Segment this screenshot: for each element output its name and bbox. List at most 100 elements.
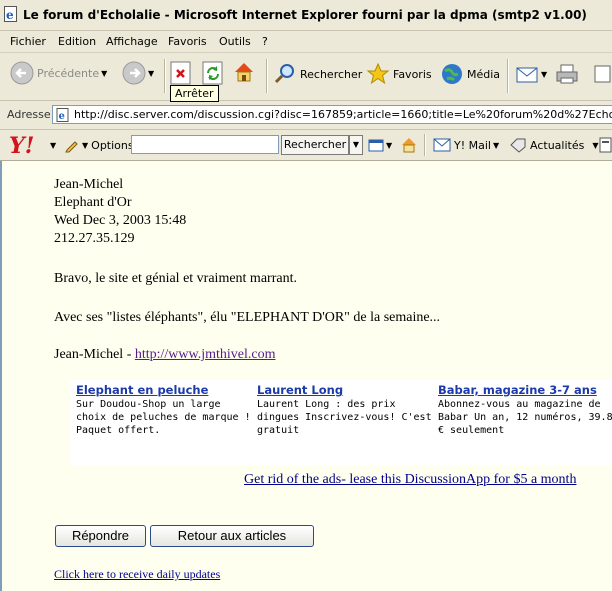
address-input[interactable]: e http://disc.server.com/discussion.cgi?… [52, 105, 612, 124]
envelope-icon [433, 138, 451, 152]
menu-fichier[interactable]: Fichier [10, 35, 46, 48]
search-button[interactable]: Rechercher [273, 62, 362, 86]
yahoo-logo-dropdown-icon[interactable]: ▼ [50, 141, 56, 150]
reply-button[interactable]: Répondre [55, 525, 146, 547]
ads-block: Elephant en peluche Sur Doudou-Shop un l… [70, 380, 612, 466]
page-content: Jean-Michel Elephant d'Or Wed Dec 3, 200… [0, 161, 612, 591]
media-label: Média [467, 67, 501, 81]
print-button[interactable] [555, 62, 579, 86]
toolbar-more-icon[interactable] [599, 137, 612, 153]
post-author: Jean-Michel [54, 177, 124, 192]
toolbar-separator [424, 134, 426, 156]
back-dropdown-icon[interactable]: ▼ [101, 69, 107, 78]
options-dropdown-icon: ▼ [82, 140, 89, 150]
forward-arrow-icon [122, 61, 146, 85]
yahoo-search-input[interactable] [131, 135, 279, 154]
address-bar: Adresse e http://disc.server.com/discuss… [0, 101, 612, 130]
bookmarks-dropdown-icon: ▼ [386, 140, 393, 150]
ad-text: Abonnez-vous au magazine de Babar Un an,… [438, 399, 612, 436]
menu-outils[interactable]: Outils [219, 35, 251, 48]
daily-updates-row: Click here to receive daily updates [54, 567, 220, 582]
yahoo-search-dropdown-icon[interactable]: ▼ [349, 135, 363, 155]
tag-icon [510, 138, 526, 153]
yahoo-toolbar: Y! ▼ ▼ Options Rechercher ▼ ▼ Y! Mail ▼ [0, 130, 612, 161]
post-signature: Jean-Michel - http://www.jmthivel.com [54, 347, 276, 363]
search-label: Rechercher [300, 67, 363, 81]
mail-dropdown-icon: ▼ [492, 140, 500, 150]
forward-dropdown-icon[interactable]: ▼ [148, 69, 154, 78]
ad-title[interactable]: Babar, magazine 3-7 ans [438, 384, 612, 397]
toolbar-separator [164, 59, 166, 93]
back-label: Précédente [37, 66, 100, 80]
signature-prefix: Jean-Michel - [54, 347, 135, 362]
stop-button[interactable] [170, 61, 192, 85]
post-date: Wed Dec 3, 2003 15:48 [54, 213, 187, 228]
ad-title[interactable]: Elephant en peluche [76, 384, 254, 397]
signature-link[interactable]: http://www.jmthivel.com [135, 347, 276, 362]
yahoo-mail-button[interactable]: Y! Mail ▼ [433, 138, 499, 152]
svg-text:e: e [59, 111, 65, 122]
post-body-line-2: Avec ses "listes éléphants", élu "ELEPHA… [54, 310, 441, 325]
menu-edition[interactable]: Edition [58, 35, 96, 48]
menu-favoris[interactable]: Favoris [168, 35, 207, 48]
standard-toolbar: Précédente ▼ ▼ Rechercher Favoris Média … [0, 53, 612, 101]
yahoo-bookmarks-button[interactable]: ▼ [368, 137, 392, 153]
yahoo-news-button[interactable]: Actualités ▼ [509, 137, 599, 153]
menu-help[interactable]: ? [262, 35, 268, 48]
page-icon: e [56, 108, 69, 122]
search-icon [274, 64, 294, 84]
ad-item[interactable]: Laurent Long Laurent Long : des prix din… [257, 384, 435, 437]
menu-affichage[interactable]: Affichage [106, 35, 158, 48]
post-ip: 212.27.35.129 [54, 231, 135, 246]
stop-icon [170, 61, 191, 85]
post-body-line-1: Bravo, le site et génial et vraiment mar… [54, 271, 297, 286]
yahoo-news-label: Actualités [530, 138, 585, 152]
toolbar-separator [266, 59, 268, 93]
post-rank: Elephant d'Or [54, 195, 132, 210]
address-url: http://disc.server.com/discussion.cgi?di… [74, 108, 612, 121]
menu-bar: Fichier Edition Affichage Favoris Outils… [0, 31, 612, 53]
yahoo-home-button[interactable] [400, 136, 418, 154]
edit-page-icon [594, 65, 611, 83]
mail-icon [516, 67, 538, 83]
pencil-icon [65, 141, 78, 153]
yahoo-mail-label: Y! Mail [454, 138, 491, 152]
refresh-icon [202, 61, 223, 85]
media-button[interactable]: Média [440, 62, 500, 86]
yahoo-options-button[interactable]: ▼ Options [64, 137, 134, 153]
bookmark-icon [368, 139, 384, 152]
stop-tooltip: Arrêter [170, 85, 219, 102]
ie-page-icon: e [4, 6, 17, 22]
yahoo-search-button[interactable]: Rechercher [281, 135, 349, 155]
news-dropdown-icon: ▼ [592, 140, 599, 150]
address-label: Adresse [7, 108, 51, 121]
yahoo-home-icon [402, 138, 416, 153]
ad-item[interactable]: Elephant en peluche Sur Doudou-Shop un l… [76, 384, 254, 437]
media-globe-icon [442, 64, 462, 84]
refresh-button[interactable] [202, 61, 224, 85]
mail-button[interactable]: ▼ [515, 62, 547, 86]
edit-button[interactable] [593, 64, 612, 84]
back-to-articles-button[interactable]: Retour aux articles [150, 525, 314, 547]
forward-button[interactable]: ▼ [122, 61, 154, 85]
star-icon [366, 62, 390, 85]
yahoo-logo[interactable]: Y! [9, 133, 34, 159]
yahoo-options-label: Options [91, 138, 134, 152]
remove-ads-link-row: Get rid of the ads- lease this Discussio… [244, 472, 576, 488]
back-arrow-icon [10, 61, 34, 85]
daily-updates-link[interactable]: Click here to receive daily updates [54, 567, 220, 581]
favorites-label: Favoris [393, 67, 432, 81]
back-button[interactable]: Précédente ▼ [10, 61, 107, 85]
toolbar-separator [507, 59, 509, 93]
ad-text: Sur Doudou-Shop un large choix de peluch… [76, 399, 251, 436]
printer-icon [556, 64, 578, 84]
remove-ads-link[interactable]: Get rid of the ads- lease this Discussio… [244, 472, 576, 487]
svg-text:e: e [6, 8, 14, 22]
ad-title[interactable]: Laurent Long [257, 384, 435, 397]
home-button[interactable] [232, 60, 256, 84]
home-icon [235, 63, 253, 82]
mail-dropdown-icon[interactable]: ▼ [541, 70, 547, 79]
ad-item[interactable]: Babar, magazine 3-7 ans Abonnez-vous au … [438, 384, 612, 437]
favorites-button[interactable]: Favoris [366, 62, 432, 86]
window-titlebar: e Le forum d'Echolalie - Microsoft Inter… [0, 0, 612, 31]
